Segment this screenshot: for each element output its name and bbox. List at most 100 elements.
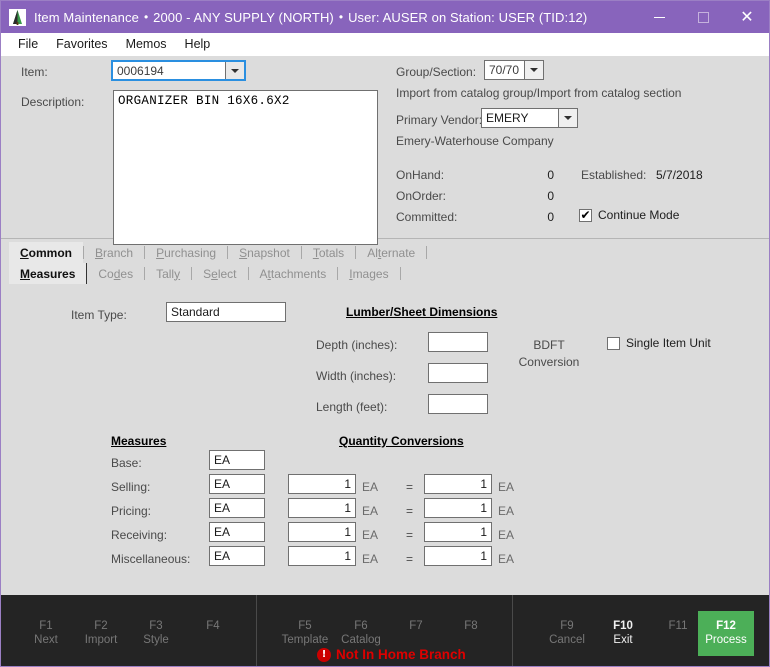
primary-vendor-value[interactable]: EMERY: [482, 109, 558, 127]
description-label: Description:: [21, 95, 85, 109]
pricing-to-uom: EA: [498, 504, 515, 518]
checkbox-box[interactable]: ✔: [579, 207, 592, 222]
fkey-f9-cancel[interactable]: F9 Cancel: [539, 619, 595, 647]
item-label: Item:: [21, 65, 48, 79]
close-button[interactable]: ✕: [725, 1, 769, 33]
tab-totals[interactable]: Totals: [302, 242, 355, 263]
not-in-home-branch-warning: ! Not In Home Branch: [317, 647, 466, 662]
single-item-unit-checkbox[interactable]: Single Item Unit: [607, 336, 711, 350]
primary-tab-strip: Common Branch Purchasing Snapshot Totals…: [1, 242, 769, 263]
receiving-to-qty-input[interactable]: 1: [424, 522, 492, 542]
window-controls: ✕: [637, 1, 769, 33]
primary-vendor-label: Primary Vendor:: [396, 113, 483, 127]
selling-from-uom: EA: [362, 480, 379, 494]
primary-vendor-combo[interactable]: EMERY: [481, 108, 578, 128]
selling-from-qty-input[interactable]: 1: [288, 474, 356, 494]
tab-attachments[interactable]: Attachments: [249, 263, 338, 284]
measure-miscellaneous-uom-input[interactable]: EA: [209, 546, 265, 566]
maximize-button[interactable]: [681, 1, 725, 33]
selling-equals: =: [406, 480, 414, 494]
fkey-section-1: F1 Next F2 Import F3 Style F4: [1, 595, 257, 666]
fkey-section-2: F5 Template F6 Catalog F7 F8 ! Not In Home…: [257, 595, 513, 666]
measures-heading: Measures: [111, 434, 167, 448]
pricing-to-qty-input[interactable]: 1: [424, 498, 492, 518]
tab-alternate[interactable]: Alternate: [356, 242, 426, 263]
established-label: Established:: [581, 168, 647, 182]
bdft-conversion-label-line2: Conversion: [518, 355, 580, 369]
menu-favorites[interactable]: Favorites: [47, 35, 116, 53]
tab-common[interactable]: Common: [9, 242, 84, 263]
measure-pricing-uom-input[interactable]: EA: [209, 498, 265, 518]
receiving-to-uom: EA: [498, 528, 515, 542]
miscellaneous-from-uom: EA: [362, 552, 379, 566]
width-input[interactable]: [428, 363, 488, 383]
measure-selling-uom-input[interactable]: EA: [209, 474, 265, 494]
primary-vendor-dropdown-button[interactable]: [558, 109, 577, 127]
fkey-f7[interactable]: F7: [388, 619, 444, 633]
group-section-value[interactable]: 70/70: [485, 61, 524, 79]
measure-receiving-label: Receiving:: [111, 528, 168, 542]
tab-images[interactable]: Images: [338, 263, 399, 284]
menu-file[interactable]: File: [9, 35, 47, 53]
chevron-down-icon: [564, 116, 572, 120]
fkey-f4[interactable]: F4: [185, 619, 241, 633]
check-icon: ✔: [580, 207, 591, 222]
miscellaneous-from-qty-input[interactable]: 1: [288, 546, 356, 566]
depth-label: Depth (inches):: [316, 338, 398, 352]
single-item-unit-label: Single Item Unit: [626, 336, 711, 350]
group-section-label: Group/Section:: [396, 65, 477, 79]
onhand-value: 0: [547, 168, 554, 182]
tab-snapshot[interactable]: Snapshot: [228, 242, 301, 263]
window-title: Item Maintenance: [34, 9, 139, 25]
fkey-f12-process[interactable]: F12 Process: [698, 611, 754, 656]
receiving-from-uom: EA: [362, 528, 379, 542]
pricing-from-qty-input[interactable]: 1: [288, 498, 356, 518]
group-section-dropdown-button[interactable]: [524, 61, 543, 79]
description-textarea[interactable]: ORGANIZER BIN 16X6.6X2: [113, 90, 378, 245]
fkey-f1-next[interactable]: F1 Next: [18, 619, 74, 647]
fkey-f3-style[interactable]: F3 Style: [128, 619, 184, 647]
depth-input[interactable]: [428, 332, 488, 352]
tab-branch[interactable]: Branch: [84, 242, 144, 263]
title-bar: Item Maintenance • 2000 - ANY SUPPLY (NO…: [1, 1, 769, 33]
menu-memos[interactable]: Memos: [117, 35, 176, 53]
item-type-input[interactable]: Standard: [166, 302, 286, 322]
pricing-equals: =: [406, 504, 414, 518]
fkey-f2-import[interactable]: F2 Import: [73, 619, 129, 647]
menu-help[interactable]: Help: [176, 35, 220, 53]
tab-codes[interactable]: Codes: [87, 263, 144, 284]
item-combo[interactable]: 0006194: [111, 60, 246, 81]
secondary-tab-strip: Measures Codes Tally Select Attachments …: [1, 263, 769, 284]
measure-receiving-uom-input[interactable]: EA: [209, 522, 265, 542]
fkey-f8[interactable]: F8: [443, 619, 499, 633]
group-section-combo[interactable]: 70/70: [484, 60, 544, 80]
continue-mode-checkbox[interactable]: ✔ Continue Mode: [579, 208, 679, 222]
tab-measures[interactable]: Measures: [9, 263, 87, 284]
tab-divider: [399, 267, 401, 280]
close-icon: ✕: [740, 7, 754, 26]
item-dropdown-button[interactable]: [225, 62, 244, 79]
fkey-f10-exit[interactable]: F10 Exit: [595, 619, 651, 647]
pricing-from-uom: EA: [362, 504, 379, 518]
checkbox-box[interactable]: [607, 336, 620, 350]
fkey-f6-catalog[interactable]: F6 Catalog: [333, 619, 389, 647]
minimize-button[interactable]: [637, 1, 681, 33]
alert-icon: !: [317, 647, 331, 662]
window-session: User: AUSER on Station: USER (TID:12): [348, 9, 588, 25]
measure-miscellaneous-label: Miscellaneous:: [111, 552, 191, 566]
measure-base-uom-input[interactable]: EA: [209, 450, 265, 470]
minimize-icon: [653, 16, 665, 18]
quantity-conversions-heading: Quantity Conversions: [339, 434, 464, 448]
miscellaneous-to-qty-input[interactable]: 1: [424, 546, 492, 566]
tab-select[interactable]: Select: [192, 263, 247, 284]
fkey-f5-template[interactable]: F5 Template: [277, 619, 333, 647]
measure-selling-label: Selling:: [111, 480, 151, 494]
tab-purchasing[interactable]: Purchasing: [145, 242, 227, 263]
selling-to-qty-input[interactable]: 1: [424, 474, 492, 494]
menu-bar: File Favorites Memos Help: [1, 33, 769, 56]
fkey-section-3: F9 Cancel F10 Exit F11 F12 Process: [513, 595, 769, 666]
tab-tally[interactable]: Tally: [145, 263, 191, 284]
item-input[interactable]: 0006194: [113, 62, 225, 79]
length-input[interactable]: [428, 394, 488, 414]
receiving-from-qty-input[interactable]: 1: [288, 522, 356, 542]
